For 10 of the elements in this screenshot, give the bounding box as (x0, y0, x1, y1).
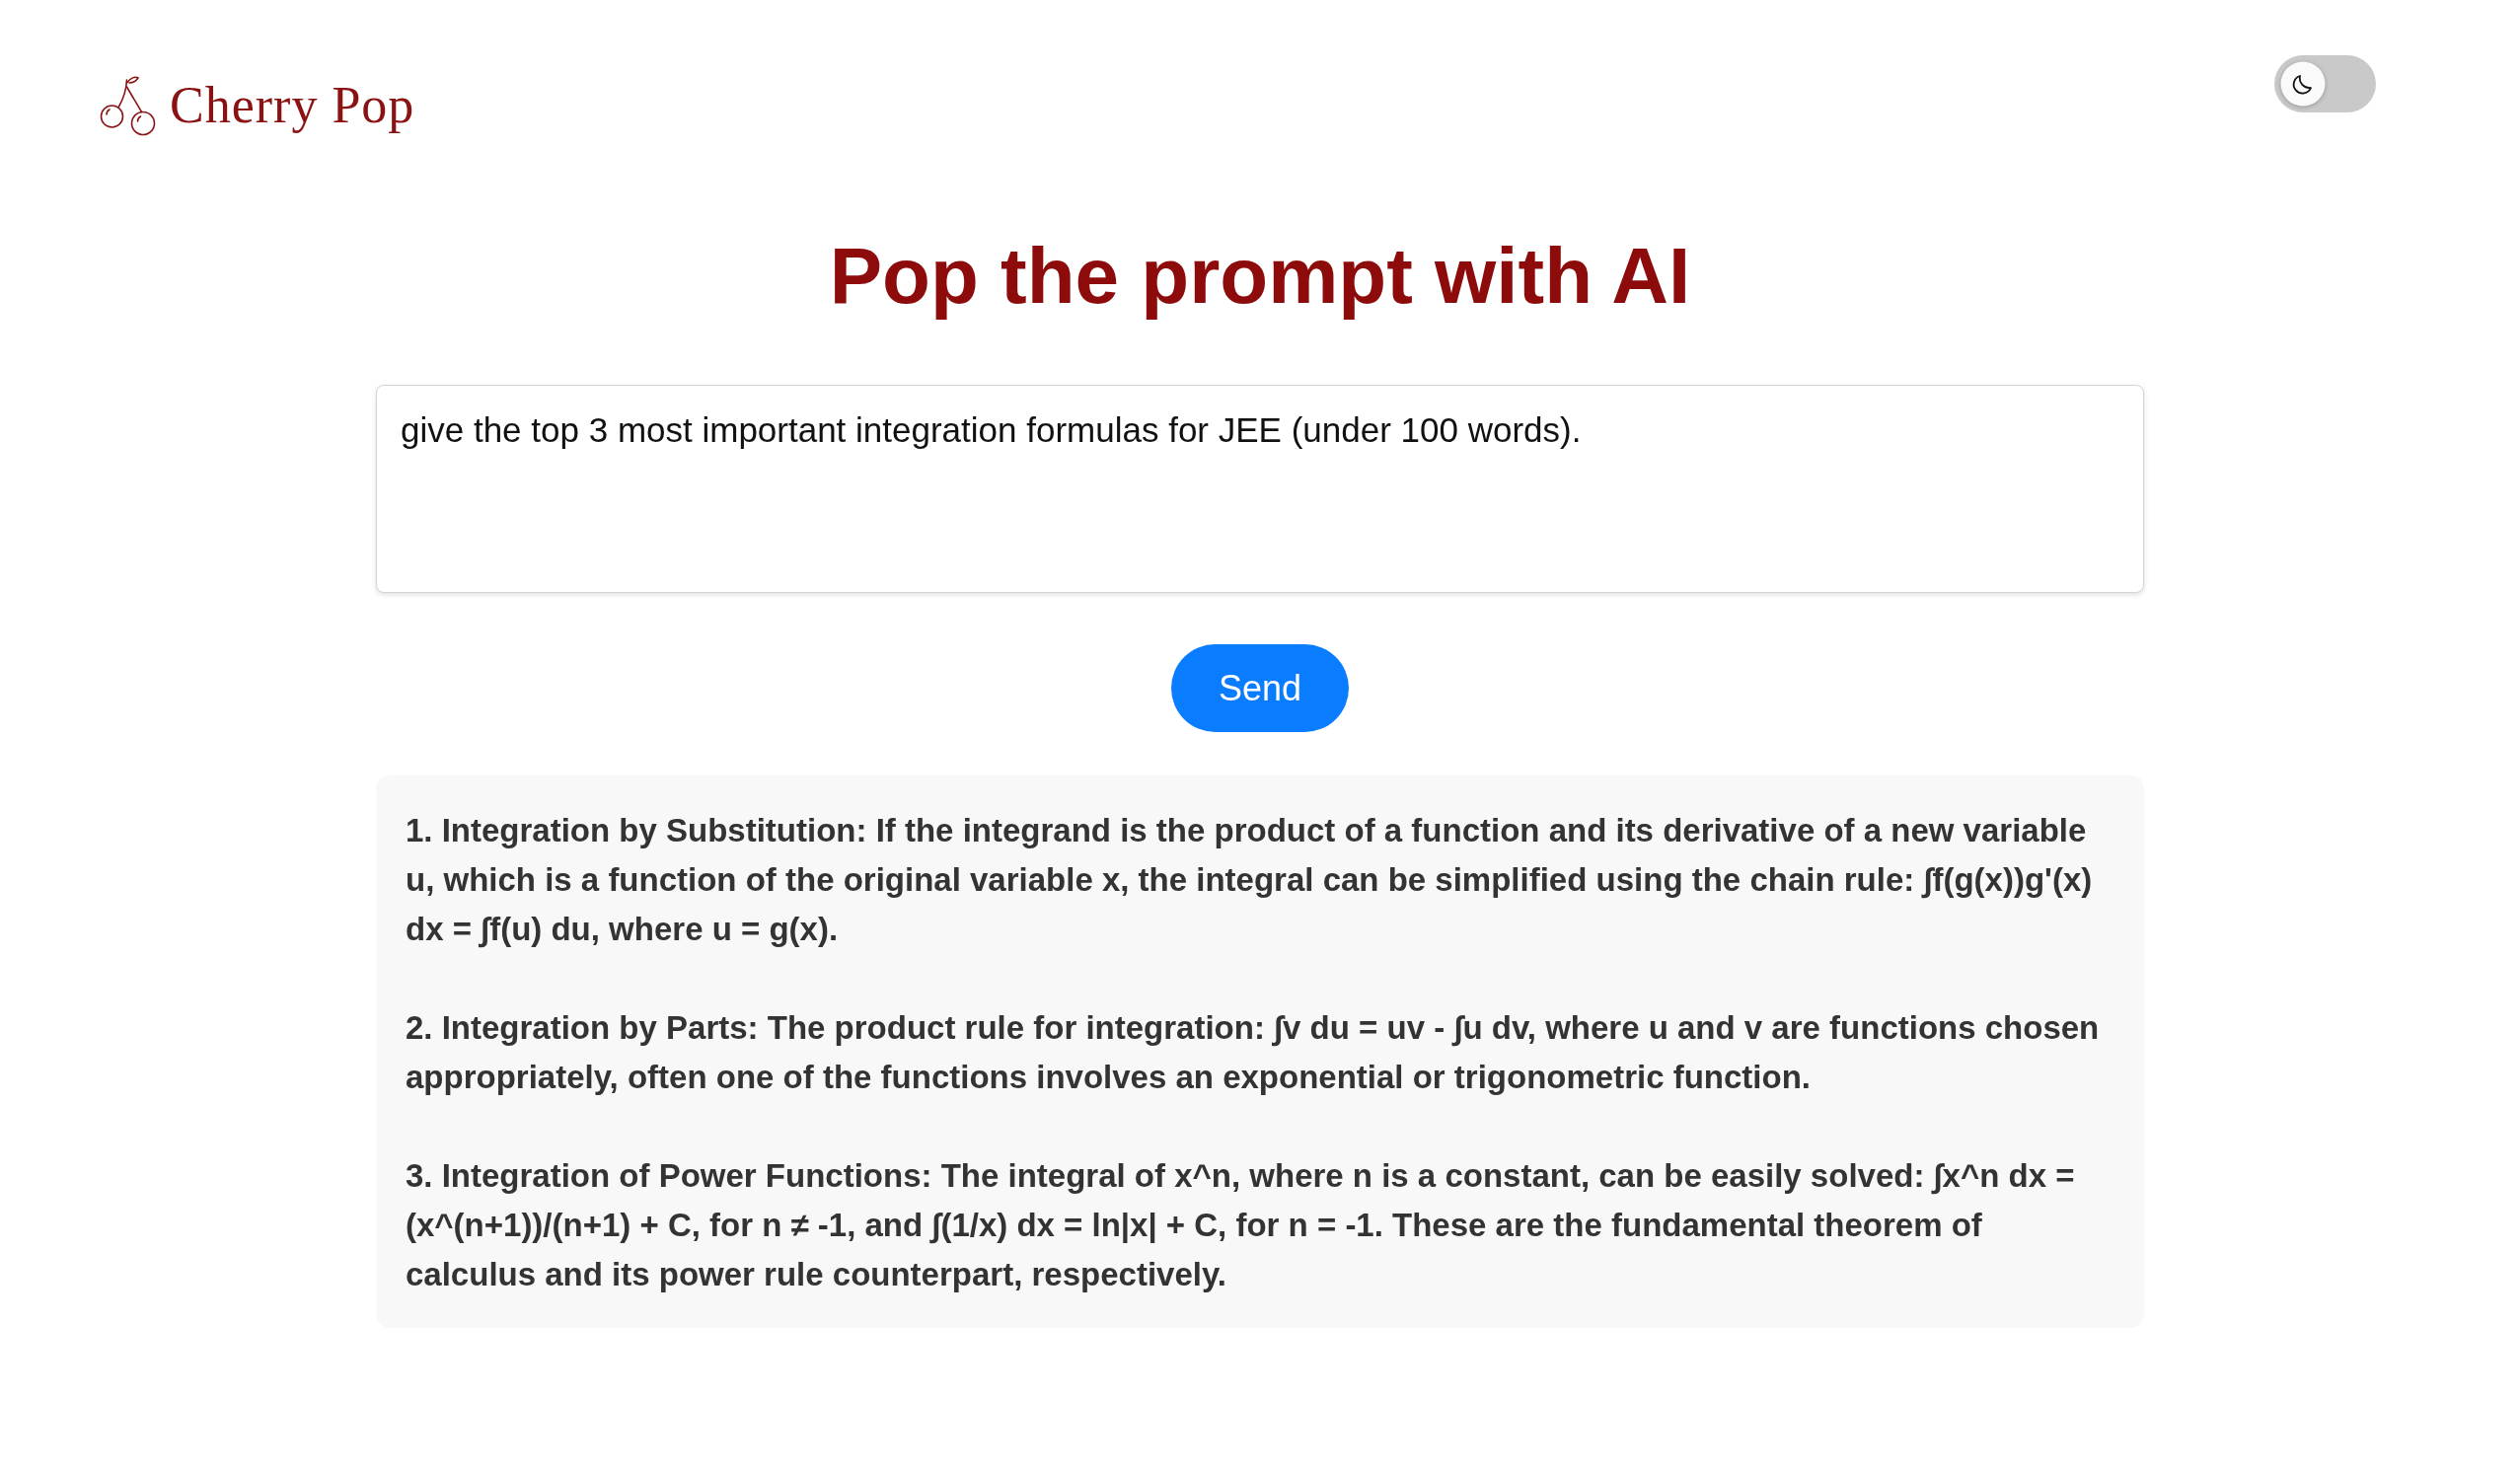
answer-paragraph: 3. Integration of Power Functions: The integral of x^n, where n is a constant, can be easily solved: ∫x^n dx = (x^(n+1))/(n+1) + C, for n ≠ -1, and ∫(1/x) dx = ln|x| + C, for n = -1. These are the fundamental theorem of calculus and its power rule counterpart, respectively. (406, 1156, 2076, 1294)
moon-icon (2280, 61, 2326, 107)
theme-toggle[interactable] (2274, 55, 2376, 112)
prompt-field[interactable]: give the top 3 most important integration formulas for JEE (under 100 words). (376, 385, 2144, 593)
cherry-icon (99, 75, 156, 136)
page-title: Pop the prompt with AI (829, 231, 1691, 322)
answer-paragraph: 1. Integration by Substitution: If the integrand is the product of a function and its derivative of a new variable u, which is a function of the original variable x, the integral can be simplified using the chain rule: ∫f(g(x))g'(x) dx = ∫f(u) du, where u = g(x). (406, 811, 2094, 950)
send-button[interactable]: Send (1171, 644, 1349, 732)
answer-paragraph: 2. Integration by Parts: The product rule for integration: ∫v du = uv - ∫u dv, where u and v are functions chosen appropriately, often one of the functions involves an exponential or trigonometric function. (406, 1008, 2101, 1097)
brand-name: Cherry Pop (170, 77, 415, 134)
